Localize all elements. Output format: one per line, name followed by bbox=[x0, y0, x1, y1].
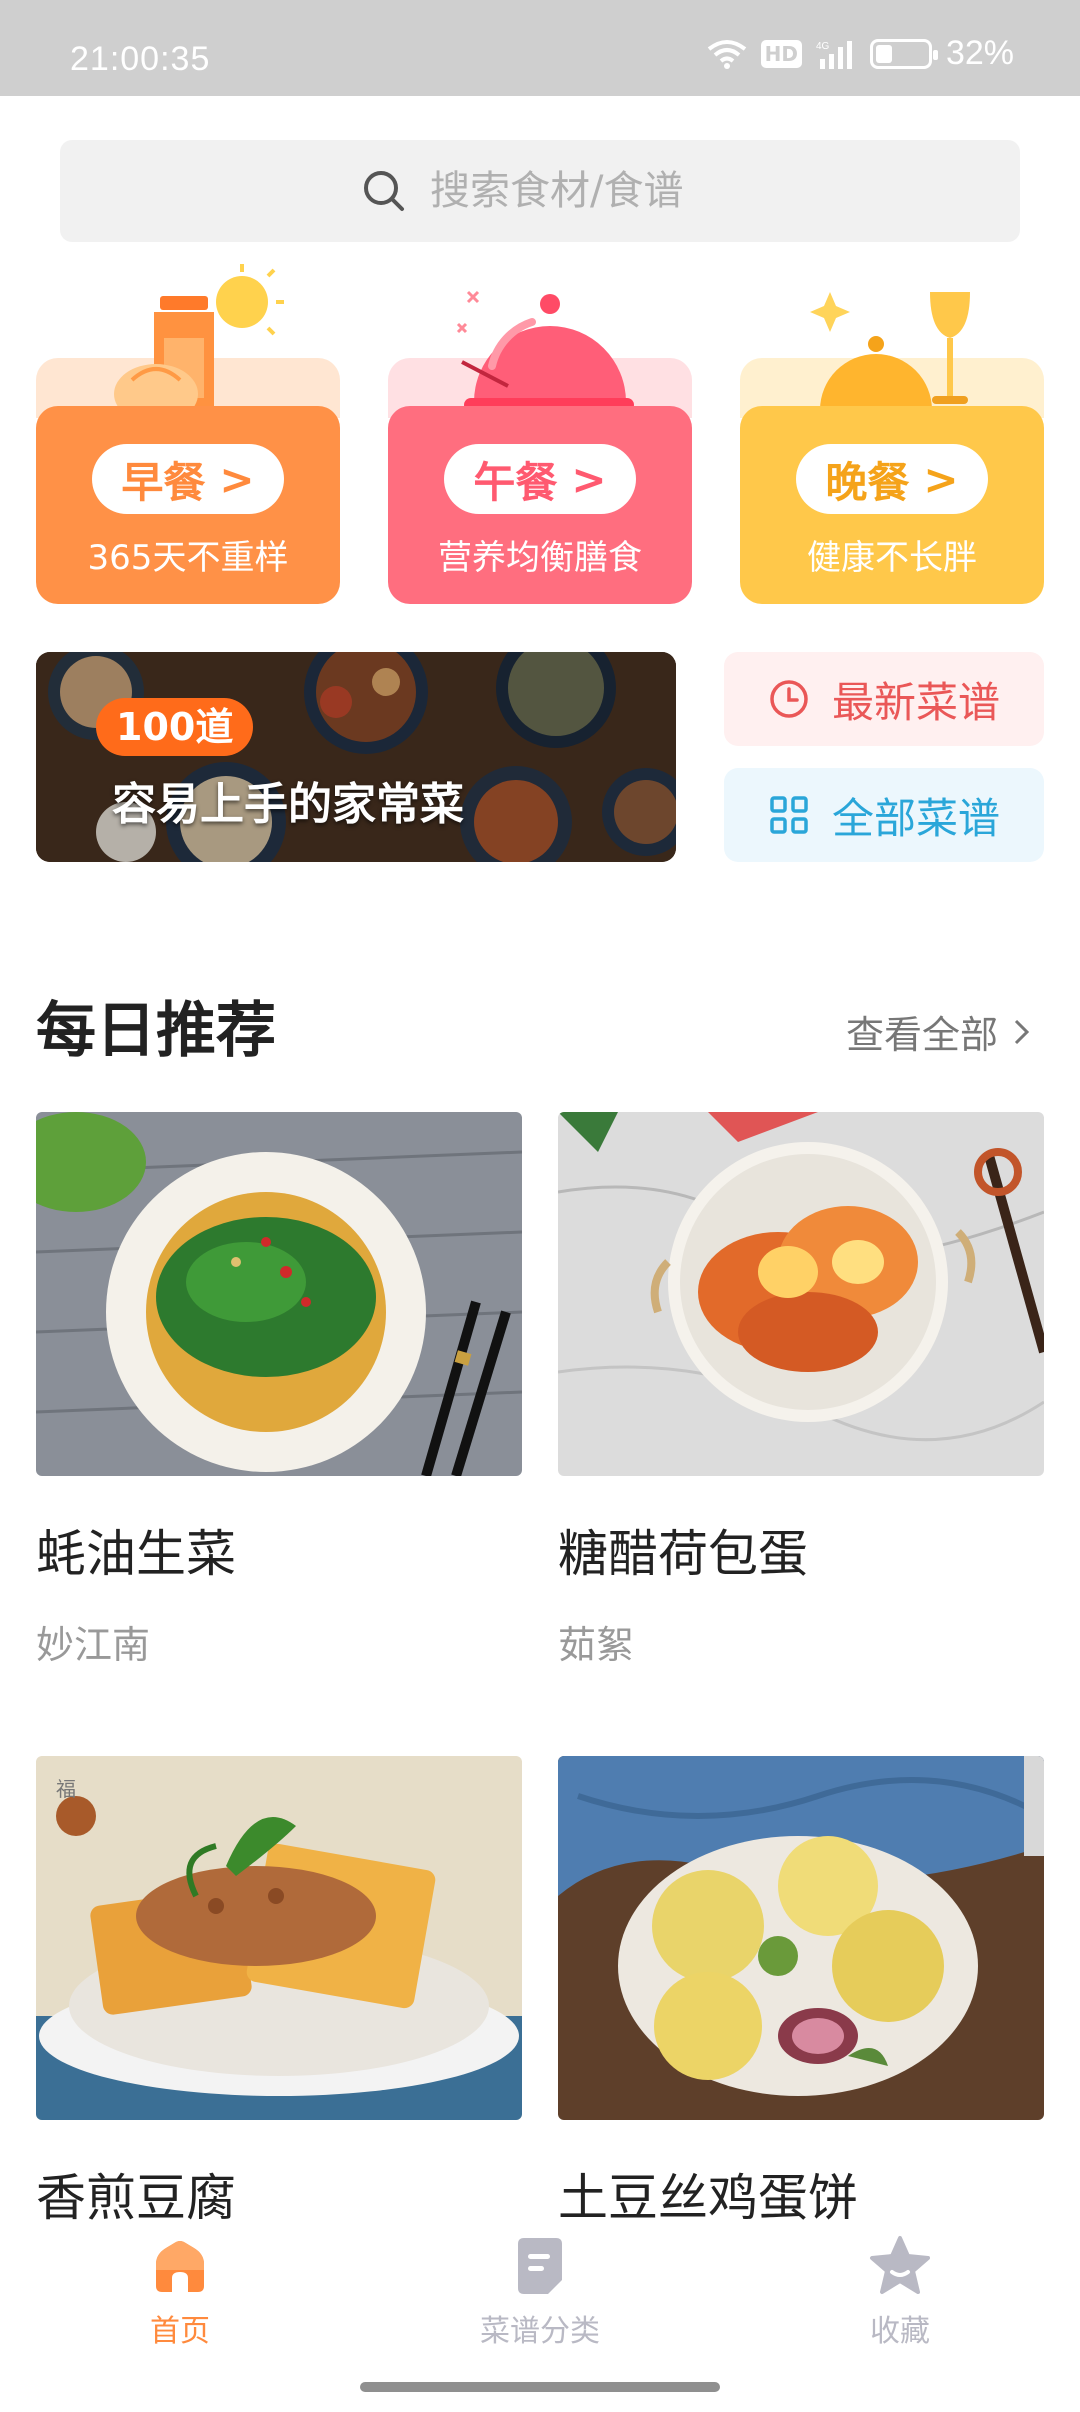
book-icon bbox=[518, 2238, 562, 2294]
recipe-card[interactable]: 福 香煎豆腐 bbox=[36, 1756, 522, 2230]
chevron-right-icon: > bbox=[923, 454, 959, 504]
search-bar[interactable] bbox=[60, 140, 1020, 242]
recipe-card[interactable]: 土豆丝鸡蛋饼 bbox=[558, 1756, 1044, 2230]
breakfast-illustration-icon bbox=[114, 264, 284, 422]
recipe-photo bbox=[36, 1112, 522, 1476]
daily-recommend-title: 每日推荐 bbox=[36, 996, 276, 1066]
chevron-right-icon: > bbox=[571, 454, 607, 504]
nav-home[interactable]: 首页 bbox=[80, 2234, 280, 2350]
meal-title: 早餐 bbox=[121, 457, 206, 507]
status-time: 21:00:35 bbox=[70, 40, 211, 78]
lunch-cloche-icon bbox=[456, 290, 634, 412]
breakfast-card[interactable]: 早餐 > 365天不重样 bbox=[36, 262, 340, 604]
meal-title: 午餐 bbox=[473, 457, 558, 507]
meal-subtitle: 健康不长胖 bbox=[807, 538, 977, 578]
nav-category-label: 菜谱分类 bbox=[480, 2314, 600, 2349]
breakfast-button[interactable]: 早餐 > bbox=[92, 444, 284, 514]
battery-percent: 32% bbox=[945, 34, 1014, 72]
recipe-photo bbox=[558, 1112, 1044, 1476]
dinner-cloche-icon bbox=[810, 292, 970, 418]
recipe-author: 妙江南 bbox=[36, 1623, 151, 1667]
status-icons: HD 4G 32% bbox=[707, 34, 1014, 73]
recipe-card[interactable]: 糖醋荷包蛋 茹絮 bbox=[558, 1112, 1044, 1669]
meal-title: 晚餐 bbox=[825, 457, 910, 507]
nav-favorites[interactable]: 收藏 bbox=[800, 2234, 1000, 2350]
chevron-right-icon bbox=[1014, 1019, 1030, 1044]
lunch-card[interactable]: 午餐 > 营养均衡膳食 bbox=[388, 262, 692, 604]
meal-subtitle: 365天不重样 bbox=[87, 538, 289, 578]
hd-badge: HD bbox=[760, 39, 802, 68]
recipe-name: 糖醋荷包蛋 bbox=[558, 1525, 808, 1583]
recipe-photo bbox=[558, 1756, 1044, 2120]
search-input[interactable] bbox=[430, 168, 720, 214]
dinner-card[interactable]: 晚餐 > 健康不长胖 bbox=[740, 262, 1044, 604]
meal-subtitle: 营养均衡膳食 bbox=[438, 538, 642, 578]
home-indicator[interactable] bbox=[360, 2382, 720, 2392]
cell-signal-icon: 4G bbox=[816, 40, 852, 69]
recipe-name: 蚝油生菜 bbox=[36, 1525, 236, 1583]
clock-icon bbox=[770, 680, 808, 718]
latest-recipes-label: 最新菜谱 bbox=[831, 677, 1000, 727]
recipe-card[interactable]: 蚝油生菜 妙江南 bbox=[36, 1112, 522, 1669]
banner-title: 容易上手的家常菜 bbox=[112, 779, 464, 830]
lunch-button[interactable]: 午餐 > bbox=[444, 444, 636, 514]
all-recipes-button[interactable]: 全部菜谱 bbox=[724, 768, 1044, 862]
search-icon bbox=[364, 171, 404, 211]
wifi-icon bbox=[707, 39, 746, 69]
home-cooking-banner[interactable]: 100道 容易上手的家常菜 bbox=[36, 652, 676, 862]
status-bar: 21:00:35 HD 4G 32% bbox=[0, 0, 1080, 96]
all-recipes-label: 全部菜谱 bbox=[831, 793, 1000, 843]
battery-icon bbox=[869, 38, 938, 69]
banner-badge: 100道 bbox=[96, 698, 254, 756]
grid-icon bbox=[770, 796, 808, 834]
nav-home-label: 首页 bbox=[150, 2314, 210, 2349]
home-icon bbox=[156, 2241, 204, 2292]
recipe-photo: 福 bbox=[36, 1756, 522, 2120]
star-icon bbox=[870, 2236, 930, 2294]
see-all-label: 查看全部 bbox=[845, 1013, 998, 1057]
nav-recipe-category[interactable]: 菜谱分类 bbox=[440, 2234, 640, 2350]
latest-recipes-button[interactable]: 最新菜谱 bbox=[724, 652, 1044, 746]
see-all-link[interactable]: 查看全部 bbox=[846, 1004, 1032, 1059]
svg-text:福: 福 bbox=[56, 1777, 76, 1801]
svg-text:4G: 4G bbox=[816, 41, 830, 52]
dinner-button[interactable]: 晚餐 > bbox=[796, 444, 988, 514]
chevron-right-icon: > bbox=[219, 454, 255, 504]
nav-favorites-label: 收藏 bbox=[870, 2314, 930, 2349]
recipe-author: 茹絮 bbox=[558, 1623, 635, 1667]
